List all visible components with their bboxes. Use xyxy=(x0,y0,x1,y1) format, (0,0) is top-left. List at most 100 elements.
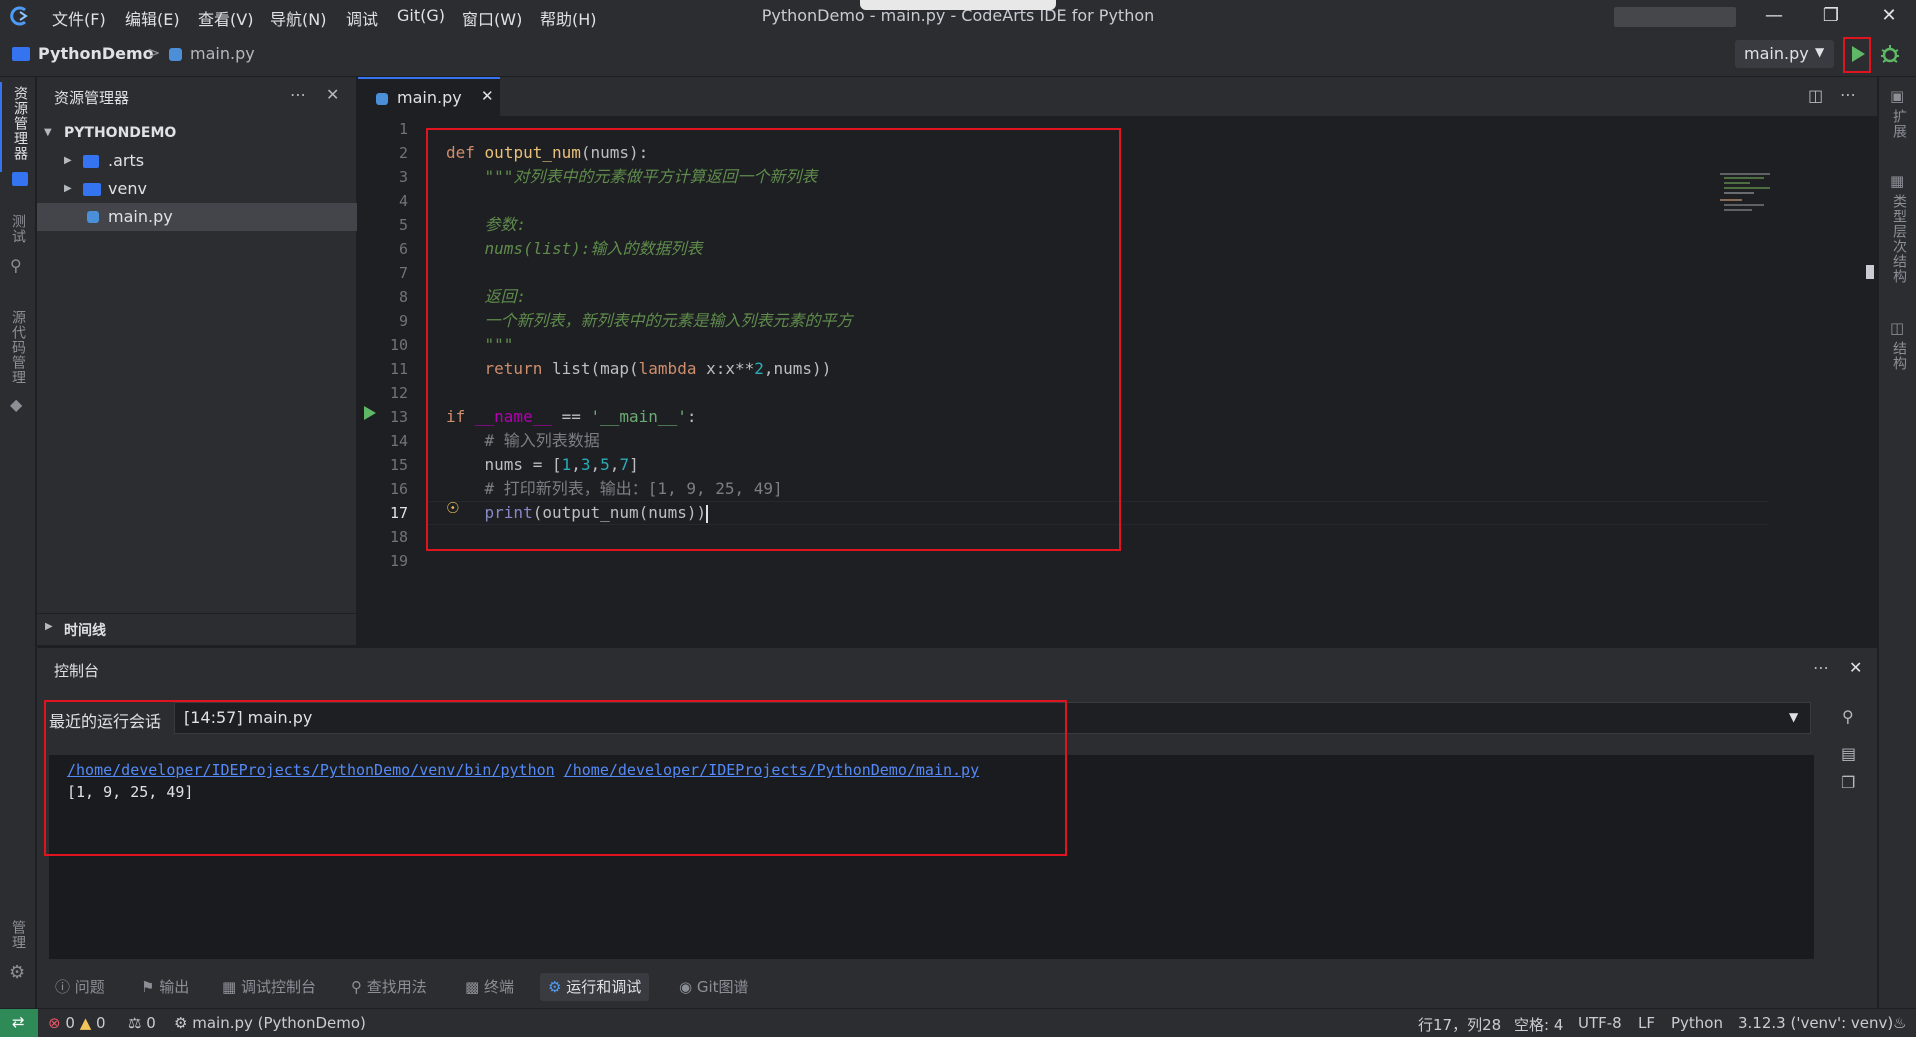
title-bar: 文件(F) 编辑(E) 查看(V) 导航(N) 调试 Git(G) 窗口(W) … xyxy=(0,0,1916,32)
close-window-icon[interactable]: ✕ xyxy=(1874,4,1904,28)
minimap[interactable] xyxy=(1720,173,1790,218)
tree-item-main-py[interactable]: main.py xyxy=(37,203,357,231)
tree-item-label: venv xyxy=(108,179,147,198)
line-number: 15 xyxy=(389,456,408,474)
code-token: ,nums)) xyxy=(763,359,832,378)
right-tool-rail: ▣ 扩展 ▦ 类型层次结构 ◫ 结构 xyxy=(1878,77,1916,1008)
close-panel-icon[interactable]: ✕ xyxy=(326,85,339,104)
menu-edit[interactable]: 编辑(E) xyxy=(125,6,180,30)
console-output[interactable]: /home/developer/IDEProjects/PythonDemo/v… xyxy=(49,755,1814,959)
more-actions-icon[interactable]: ⋯ xyxy=(1840,85,1856,104)
tree-root[interactable]: ▼ PYTHONDEMO xyxy=(37,119,357,147)
interpreter[interactable]: 3.12.3 ('venv': venv) xyxy=(1738,1014,1893,1032)
search-icon[interactable]: ⚲ xyxy=(1842,707,1854,726)
remote-indicator[interactable]: ⇄ xyxy=(0,1009,38,1037)
menu-help[interactable]: 帮助(H) xyxy=(540,6,597,30)
run-icon[interactable] xyxy=(1845,42,1869,66)
code-area[interactable]: def output_num(nums): """对列表中的元素做平方计算返回一… xyxy=(446,117,1766,607)
close-panel-icon[interactable]: ✕ xyxy=(1849,658,1862,677)
activity-scm[interactable]: 源代码管理 ◆ xyxy=(0,310,36,420)
code-token: if xyxy=(446,407,466,426)
code-token: 3 xyxy=(580,455,591,474)
wrap-lines-icon[interactable]: ▤ xyxy=(1841,744,1856,763)
restore-icon[interactable]: ❐ xyxy=(1816,4,1846,28)
rail-type-hierarchy[interactable]: ▦ 类型层次结构 xyxy=(1879,172,1916,302)
menu-file[interactable]: 文件(F) xyxy=(52,6,106,30)
code-token: , xyxy=(571,455,581,474)
tab-label: Git图谱 xyxy=(696,978,749,996)
tab-debug-console[interactable]: ▦ 调试控制台 xyxy=(222,973,316,1001)
tab-run-debug[interactable]: ⚙ 运行和调试 xyxy=(540,973,650,1001)
activity-explorer[interactable]: 资源管理器 xyxy=(0,82,36,186)
code-line: nums(list):输入的数据列表 xyxy=(446,239,703,258)
line-number: 19 xyxy=(389,552,408,570)
tab-label: 输出 xyxy=(159,978,190,996)
code-line: print(output_num(nums)) xyxy=(446,501,709,525)
more-actions-icon[interactable]: ⋯ xyxy=(1813,658,1829,677)
breadcrumb-project[interactable]: PythonDemo xyxy=(38,44,154,63)
tab-find-usages[interactable]: ⚲ 查找用法 xyxy=(351,973,427,1001)
menu-navigate[interactable]: 导航(N) xyxy=(270,6,326,30)
breadcrumb-file[interactable]: main.py xyxy=(190,44,255,63)
language-mode[interactable]: Python xyxy=(1671,1014,1723,1032)
line-number: 14 xyxy=(389,432,408,450)
bottom-tab-bar: ⓘ 问题 ⚑ 输出 ▦ 调试控制台 ⚲ 查找用法 ▩ 终端 ⚙ 运行和调试 ◉ … xyxy=(37,965,1877,1008)
menu-git[interactable]: Git(G) xyxy=(397,6,445,25)
close-tab-icon[interactable]: ✕ xyxy=(481,87,494,105)
rail-extensions-label: 扩展 xyxy=(1891,109,1907,139)
output-link[interactable]: /home/developer/IDEProjects/PythonDemo/v… xyxy=(67,761,555,779)
line-number: 10 xyxy=(389,336,408,354)
run-gutter-icon[interactable] xyxy=(363,405,377,425)
account-avatar[interactable] xyxy=(1614,7,1736,27)
code-token: def xyxy=(446,143,475,162)
line-number: 5 xyxy=(398,216,408,234)
bell-icon[interactable]: ♨ xyxy=(1893,1014,1906,1032)
activity-test[interactable]: 测试 ⚲ xyxy=(0,214,36,284)
minimize-icon[interactable]: — xyxy=(1759,4,1789,28)
extensions-icon: ▣ xyxy=(1890,87,1905,105)
code-line: return list(map(lambda x:x**2,nums)) xyxy=(446,357,832,381)
tree-item-venv[interactable]: ▶ venv xyxy=(37,175,357,203)
cursor-position[interactable]: 行17，列28 xyxy=(1418,1014,1501,1035)
output-link[interactable]: /home/developer/IDEProjects/PythonDemo/m… xyxy=(564,761,979,779)
output-result: [1, 9, 25, 49] xyxy=(67,783,194,801)
code-line: # 输入列表数据 xyxy=(446,431,600,450)
debug-icon[interactable] xyxy=(1878,42,1902,66)
code-token: lambda xyxy=(638,359,697,378)
tab-main-py[interactable]: main.py ✕ xyxy=(358,77,500,117)
drag-handle[interactable] xyxy=(860,0,1056,10)
rail-structure[interactable]: ◫ 结构 xyxy=(1879,319,1916,389)
folder-icon xyxy=(83,183,101,196)
timeline-section[interactable]: ▶ 时间线 xyxy=(37,613,357,645)
tab-git-graph[interactable]: ◉ Git图谱 xyxy=(679,973,749,1001)
copy-icon[interactable]: ❐ xyxy=(1841,773,1855,792)
run-target[interactable]: ⚙ main.py (PythonDemo) xyxy=(174,1014,366,1032)
terminal-icon: ▩ xyxy=(465,978,480,996)
explorer-title: 资源管理器 xyxy=(54,89,130,107)
run-config-select[interactable]: main.py ▼ xyxy=(1735,40,1834,68)
tab-output[interactable]: ⚑ 输出 xyxy=(141,973,189,1001)
indentation[interactable]: 空格: 4 xyxy=(1514,1014,1563,1035)
chevron-right-icon: ▶ xyxy=(45,621,53,632)
code-token: , xyxy=(590,455,601,474)
tab-terminal[interactable]: ▩ 终端 xyxy=(465,973,514,1001)
split-editor-icon[interactable]: ◫ xyxy=(1808,86,1823,105)
problems-indicator[interactable]: ⊗ 0 ▲ 0 xyxy=(48,1014,106,1032)
menu-debug[interactable]: 调试 xyxy=(346,6,378,30)
encoding[interactable]: UTF-8 xyxy=(1578,1014,1622,1032)
more-actions-icon[interactable]: ⋯ xyxy=(290,85,306,104)
activity-manage[interactable]: 管理 ⚙ xyxy=(0,920,36,995)
rail-extensions[interactable]: ▣ 扩展 xyxy=(1879,87,1916,157)
session-select[interactable]: [14:57] main.py ▼ xyxy=(174,702,1811,734)
ports-indicator[interactable]: ⚖ 0 xyxy=(128,1014,156,1032)
tab-problems[interactable]: ⓘ 问题 xyxy=(55,973,105,1001)
warning-count: 0 xyxy=(96,1014,106,1032)
flag-icon: ⚑ xyxy=(141,978,155,996)
code-token: '__main__' xyxy=(590,407,687,426)
structure-icon: ◫ xyxy=(1890,319,1905,337)
menu-window[interactable]: 窗口(W) xyxy=(462,6,522,30)
menu-view[interactable]: 查看(V) xyxy=(198,6,253,30)
line-ending[interactable]: LF xyxy=(1638,1014,1655,1032)
line-number: 12 xyxy=(389,384,408,402)
tree-item-arts[interactable]: ▶ .arts xyxy=(37,147,357,175)
